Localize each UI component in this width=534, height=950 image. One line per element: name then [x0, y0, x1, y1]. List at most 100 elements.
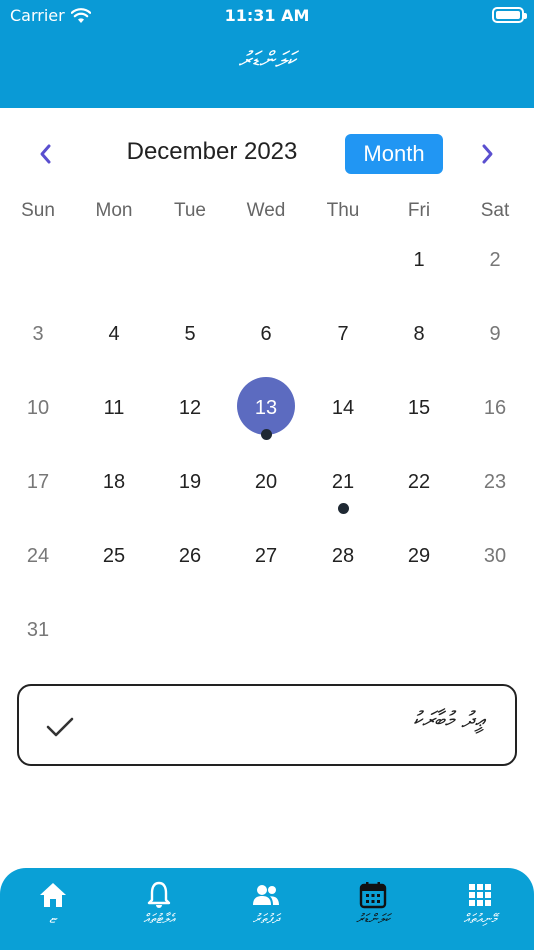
day-cell[interactable]: 10 — [0, 370, 76, 444]
tab-label: މޭނިއުތައް — [463, 912, 497, 927]
day-number: 22 — [407, 471, 431, 493]
day-cell[interactable]: 24 — [0, 518, 76, 592]
chevron-right-icon — [482, 144, 493, 164]
tab-people[interactable]: ދަފުތަރު — [213, 868, 319, 950]
day-number: 10 — [26, 397, 50, 419]
day-cell[interactable]: 23 — [457, 444, 533, 518]
day-cell[interactable]: 4 — [76, 296, 152, 370]
day-number: 25 — [102, 545, 126, 567]
day-cell[interactable]: 18 — [76, 444, 152, 518]
day-number: 18 — [102, 471, 126, 493]
calendar-header: December 2023 Month — [0, 130, 534, 178]
status-time: 11:31 AM — [224, 6, 310, 25]
day-cell[interactable]: 19 — [152, 444, 228, 518]
day-cell[interactable]: 16 — [457, 370, 533, 444]
day-cell[interactable]: 2 — [457, 222, 533, 296]
day-number: 13 — [254, 397, 278, 419]
day-cell[interactable]: 9 — [457, 296, 533, 370]
day-cell[interactable]: 26 — [152, 518, 228, 592]
day-number: 16 — [483, 397, 507, 419]
weekday-label: Sun — [21, 200, 55, 221]
calendar-grid: 1 2 3 4 5 6 7 8 9 10 11 12 13 14 15 16 17 18 19 20 21 22 23 24 2… — [0, 222, 534, 666]
grid-icon — [469, 884, 491, 906]
day-cell[interactable]: 28 — [305, 518, 381, 592]
day-number: 9 — [489, 323, 501, 345]
day-cell[interactable]: 6 — [228, 296, 304, 370]
event-dot — [261, 429, 272, 440]
day-cell[interactable]: 30 — [457, 518, 533, 592]
previous-month-button[interactable] — [25, 130, 65, 178]
event-dot — [338, 503, 349, 514]
day-number: 19 — [178, 471, 202, 493]
day-number: 17 — [26, 471, 50, 493]
day-number: 30 — [483, 545, 507, 567]
home-icon — [40, 883, 66, 907]
weekday-label: Fri — [407, 200, 431, 221]
weekday-label: Thu — [326, 200, 360, 221]
day-cell[interactable]: 27 — [228, 518, 304, 592]
day-cell[interactable]: 17 — [0, 444, 76, 518]
day-number: 6 — [260, 323, 272, 345]
day-number: 21 — [331, 471, 355, 493]
view-mode-button[interactable]: Month — [345, 134, 443, 174]
chevron-left-icon — [40, 144, 51, 164]
day-number: 12 — [178, 397, 202, 419]
day-cell[interactable]: 5 — [152, 296, 228, 370]
page-title: ކަލަންޑަރު — [238, 48, 296, 73]
tab-label: އެލާޓުތައް — [143, 912, 175, 927]
tab-alerts[interactable]: އެލާޓުތައް — [106, 868, 212, 950]
day-cell[interactable]: 25 — [76, 518, 152, 592]
event-card[interactable]: ޢީދު މުބާރަކު — [17, 684, 517, 766]
day-number: 4 — [108, 323, 120, 345]
day-number: 15 — [407, 397, 431, 419]
day-cell[interactable]: 15 — [381, 370, 457, 444]
day-number: 29 — [407, 545, 431, 567]
day-cell[interactable]: 21 — [305, 444, 381, 518]
month-title: December 2023 — [126, 138, 298, 165]
day-number: 2 — [489, 249, 501, 271]
day-number: 20 — [254, 471, 278, 493]
day-number: 11 — [103, 397, 125, 419]
day-cell[interactable]: 11 — [76, 370, 152, 444]
battery-icon — [492, 7, 527, 23]
day-number: 1 — [413, 249, 425, 271]
tab-label: ޏ — [49, 912, 57, 927]
day-cell[interactable]: 13 — [228, 370, 304, 444]
event-title: ޢީދު މުބާރަކު — [412, 708, 485, 733]
calendar-icon — [359, 882, 387, 909]
day-cell[interactable]: 20 — [228, 444, 304, 518]
day-number: 26 — [178, 545, 202, 567]
day-number: 7 — [337, 323, 349, 345]
app-header: Carrier 11:31 AM ކަލަންޑަރު — [0, 0, 534, 108]
day-number: 24 — [26, 545, 50, 567]
people-icon — [253, 885, 279, 905]
day-cell[interactable]: 22 — [381, 444, 457, 518]
day-cell[interactable]: 14 — [305, 370, 381, 444]
day-cell[interactable]: 29 — [381, 518, 457, 592]
day-cell[interactable]: 31 — [0, 592, 76, 666]
tab-label: ކަލަންޑަރު — [356, 912, 390, 927]
day-number: 23 — [483, 471, 507, 493]
day-number: 27 — [254, 545, 278, 567]
bell-icon — [147, 881, 171, 908]
bottom-tab-bar: ޏ އެލާޓުތައް ދަފުތަރު ކަލަންޑަރު މޭނިއުތ… — [0, 868, 534, 950]
tab-label: ދަފުތަރު — [252, 912, 280, 927]
day-number: 8 — [413, 323, 425, 345]
day-number: 14 — [331, 397, 355, 419]
weekday-label: Tue — [173, 200, 207, 221]
tab-home[interactable]: ޏ — [0, 868, 106, 950]
day-cell[interactable]: 12 — [152, 370, 228, 444]
day-cell[interactable]: 1 — [381, 222, 457, 296]
tab-calendar[interactable]: ކަލަންޑަރު — [320, 868, 426, 950]
day-cell[interactable]: 8 — [381, 296, 457, 370]
weekday-label: Mon — [95, 200, 133, 221]
checkmark-icon — [46, 717, 74, 737]
day-cell[interactable]: 3 — [0, 296, 76, 370]
next-month-button[interactable] — [468, 130, 508, 178]
tab-menu[interactable]: މޭނިއުތައް — [427, 868, 533, 950]
weekday-label: Sat — [480, 200, 510, 221]
day-cell[interactable]: 7 — [305, 296, 381, 370]
day-number: 5 — [184, 323, 196, 345]
weekday-label: Wed — [246, 200, 286, 221]
day-number: 3 — [32, 323, 44, 345]
